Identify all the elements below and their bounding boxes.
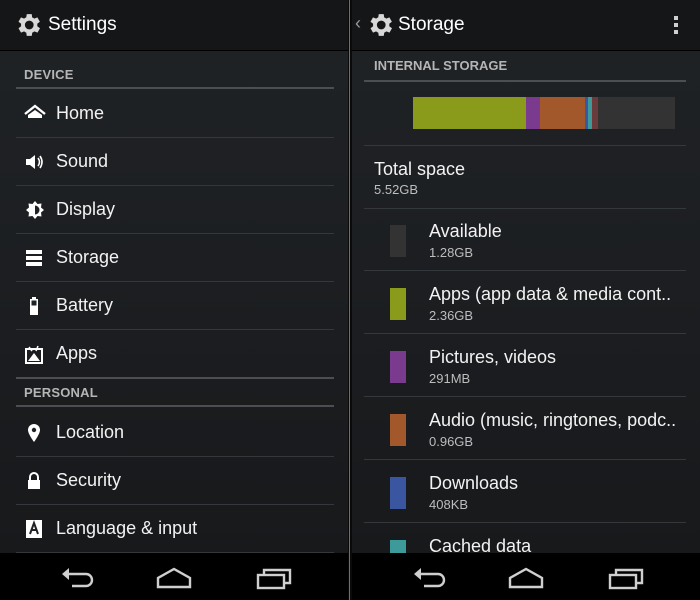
- section-header-personal: PERSONAL: [24, 385, 98, 400]
- section-header-device: DEVICE: [24, 67, 74, 82]
- apps-icon: [25, 345, 43, 364]
- color-swatch: [390, 414, 406, 446]
- settings-item-label: Home: [56, 103, 105, 123]
- storage-row-cached-data[interactable]: Cached data: [364, 523, 686, 553]
- storage-usage-bar: [413, 97, 675, 129]
- recent-apps-icon[interactable]: [254, 563, 294, 591]
- speaker-icon: [26, 155, 43, 169]
- storage-row-pictures-videos[interactable]: Pictures, videos 291MB: [364, 334, 686, 397]
- settings-item-security[interactable]: Security: [16, 457, 334, 505]
- color-swatch: [390, 540, 406, 553]
- settings-item-battery[interactable]: Battery: [16, 282, 334, 330]
- location-pin-icon: [28, 424, 40, 442]
- storage-row-value: 1.28GB: [429, 245, 474, 260]
- settings-item-label: Language & input: [56, 518, 198, 538]
- home-icon[interactable]: [154, 563, 194, 591]
- overflow-menu-icon[interactable]: [674, 16, 678, 36]
- storage-row-value: 0.96GB: [429, 434, 474, 449]
- page-title: Settings: [48, 14, 117, 35]
- settings-item-label: Apps: [56, 343, 98, 363]
- storage-row-downloads[interactable]: Downloads 408KB: [364, 460, 686, 523]
- settings-item-label: Location: [56, 422, 125, 442]
- storage-row-value: 2.36GB: [429, 308, 474, 323]
- settings-item-label: Storage: [56, 247, 120, 267]
- settings-item-label: Sound: [56, 151, 109, 171]
- storage-icon: [26, 250, 42, 266]
- total-space-row: Total space 5.52GB: [364, 145, 686, 209]
- total-space-value: 5.52GB: [374, 182, 419, 197]
- settings-item-language-input[interactable]: Language & input: [16, 505, 334, 553]
- storage-row-label: Pictures, videos: [429, 347, 557, 367]
- page-title: Storage: [398, 14, 465, 35]
- storage-row-available[interactable]: Available 1.28GB: [364, 208, 686, 271]
- settings-item-location[interactable]: Location: [16, 409, 334, 457]
- storage-row-apps[interactable]: Apps (app data & media cont.. 2.36GB: [364, 271, 686, 334]
- storage-action-bar: ‹ Storage: [352, 0, 700, 51]
- storage-row-value: 291MB: [429, 371, 471, 386]
- nav-bar: [0, 553, 348, 600]
- storage-row-label: Downloads: [429, 473, 519, 493]
- back-icon[interactable]: [410, 563, 450, 591]
- storage-panel: ‹ Storage INTERNAL STORAGE Total space 5…: [352, 0, 700, 553]
- settings-item-display[interactable]: Display: [16, 186, 334, 234]
- storage-row-label: Cached data: [429, 536, 532, 553]
- settings-item-storage[interactable]: Storage: [16, 234, 334, 282]
- settings-panel: Settings DEVICE Home Sound Display Stora…: [0, 0, 348, 553]
- storage-row-value: 408KB: [429, 497, 469, 512]
- usage-segment-apps: [413, 97, 526, 129]
- usage-segment-available: [597, 97, 675, 129]
- settings-action-bar: Settings: [0, 0, 348, 51]
- settings-item-apps[interactable]: Apps: [16, 330, 334, 379]
- storage-row-label: Available: [429, 221, 502, 241]
- settings-item-label: Security: [56, 470, 122, 490]
- section-divider: [16, 87, 334, 89]
- gear-icon[interactable]: [365, 10, 395, 40]
- settings-item-home[interactable]: Home: [16, 90, 334, 138]
- usage-segment-pictures: [525, 97, 540, 129]
- color-swatch: [390, 351, 406, 383]
- settings-item-sound[interactable]: Sound: [16, 138, 334, 186]
- lock-icon: [28, 472, 40, 489]
- storage-row-label: Audio (music, ringtones, podc..: [429, 410, 677, 430]
- keyboard-a-icon: [26, 520, 42, 538]
- section-divider: [16, 405, 334, 407]
- section-header-internal-storage: INTERNAL STORAGE: [374, 58, 508, 73]
- home-icon: [24, 104, 46, 118]
- color-swatch: [390, 477, 406, 509]
- brightness-icon: [26, 201, 44, 219]
- nav-bar: [352, 553, 700, 600]
- up-caret-icon[interactable]: ‹: [355, 13, 361, 34]
- recent-apps-icon[interactable]: [606, 563, 646, 591]
- color-swatch: [390, 288, 406, 320]
- color-swatch: [390, 225, 406, 257]
- usage-segment-audio: [539, 97, 586, 129]
- battery-icon: [30, 297, 38, 315]
- back-icon[interactable]: [58, 563, 98, 591]
- gear-icon[interactable]: [13, 10, 43, 40]
- total-space-label: Total space: [374, 159, 466, 179]
- settings-item-label: Battery: [56, 295, 114, 315]
- storage-row-audio[interactable]: Audio (music, ringtones, podc.. 0.96GB: [364, 397, 686, 460]
- section-divider: [364, 80, 686, 82]
- settings-item-label: Display: [56, 199, 116, 219]
- home-icon[interactable]: [506, 563, 546, 591]
- storage-row-label: Apps (app data & media cont..: [429, 284, 672, 304]
